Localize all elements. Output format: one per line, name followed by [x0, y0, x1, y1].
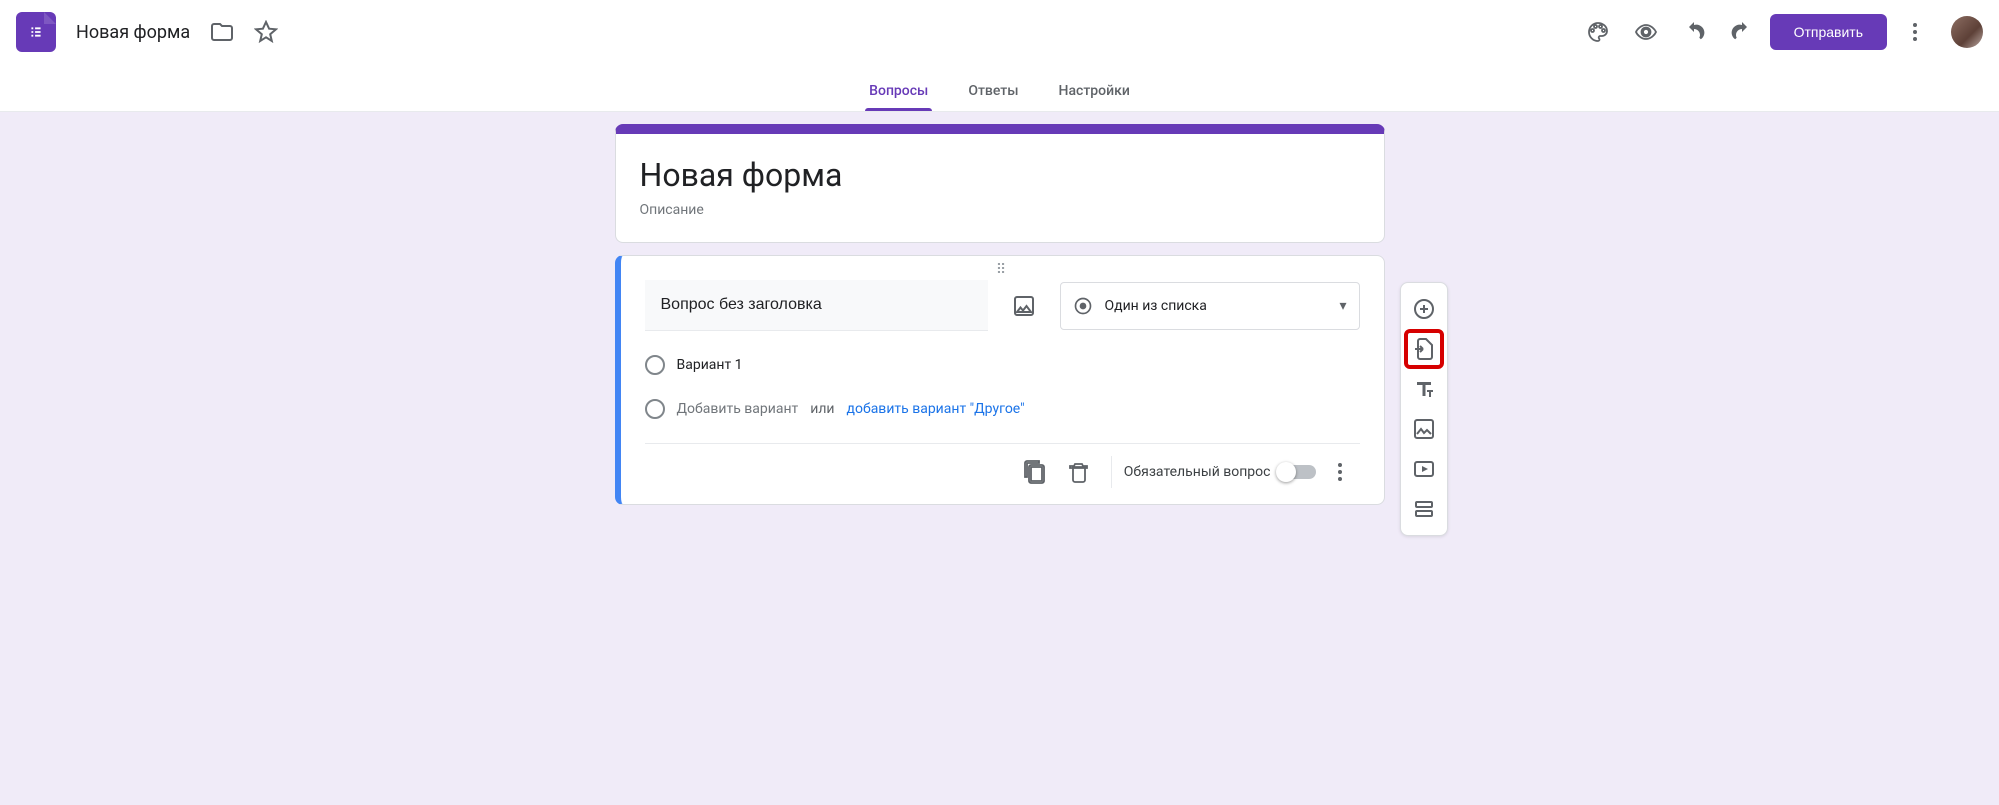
- send-button[interactable]: Отправить: [1770, 14, 1887, 50]
- question-footer: Обязательный вопрос: [645, 443, 1360, 492]
- add-video-icon[interactable]: [1406, 451, 1442, 487]
- undo-icon[interactable]: [1674, 12, 1714, 52]
- or-text: или: [810, 401, 834, 417]
- import-questions-icon[interactable]: [1406, 331, 1442, 367]
- palette-icon[interactable]: [1578, 12, 1618, 52]
- document-title[interactable]: Новая форма: [76, 22, 190, 43]
- question-type-select[interactable]: Один из списка ▾: [1060, 282, 1360, 330]
- form-title[interactable]: Новая форма: [640, 156, 1360, 194]
- form-description[interactable]: Описание: [640, 202, 1360, 218]
- question-type-label: Один из списка: [1105, 298, 1207, 314]
- side-toolbar: [1400, 282, 1448, 536]
- radio-icon: [645, 355, 665, 375]
- chevron-down-icon: ▾: [1339, 298, 1346, 314]
- question-header-row: Один из списка ▾: [645, 280, 1360, 331]
- add-option-text[interactable]: Добавить вариант: [677, 401, 799, 417]
- folder-icon[interactable]: [202, 12, 242, 52]
- add-option-row: Добавить вариант или добавить вариант "Д…: [645, 399, 1360, 419]
- forms-logo[interactable]: [16, 12, 56, 52]
- tab-settings[interactable]: Настройки: [1055, 83, 1134, 111]
- tab-responses[interactable]: Ответы: [964, 83, 1022, 111]
- add-image-tool-icon[interactable]: [1406, 411, 1442, 447]
- form-tabs: Вопросы Ответы Настройки: [0, 64, 1999, 112]
- workspace: Новая форма Описание ⠿ Один из списка ▾: [0, 112, 1999, 805]
- star-icon[interactable]: [246, 12, 286, 52]
- add-image-icon[interactable]: [1004, 286, 1044, 326]
- question-title-input[interactable]: [645, 280, 988, 331]
- more-icon[interactable]: [1895, 12, 1935, 52]
- account-avatar[interactable]: [1951, 16, 1983, 48]
- delete-icon[interactable]: [1059, 452, 1099, 492]
- app-header: Новая форма Отправить: [0, 0, 1999, 64]
- add-other-link[interactable]: добавить вариант "Другое": [847, 401, 1025, 417]
- separator: [1111, 456, 1112, 488]
- form-title-card[interactable]: Новая форма Описание: [615, 124, 1385, 243]
- redo-icon[interactable]: [1722, 12, 1762, 52]
- radio-icon: [645, 399, 665, 419]
- form-container: Новая форма Описание ⠿ Один из списка ▾: [615, 124, 1385, 505]
- add-section-icon[interactable]: [1406, 491, 1442, 527]
- option-row[interactable]: Вариант 1: [645, 355, 1360, 375]
- option-label[interactable]: Вариант 1: [677, 357, 743, 373]
- drag-handle-icon[interactable]: ⠿: [996, 262, 1008, 278]
- add-question-icon[interactable]: [1406, 291, 1442, 327]
- question-options: Вариант 1 Добавить вариант или добавить …: [645, 355, 1360, 419]
- question-card[interactable]: ⠿ Один из списка ▾ Вариант 1: [615, 255, 1385, 505]
- required-toggle[interactable]: [1279, 465, 1316, 479]
- duplicate-icon[interactable]: [1015, 452, 1055, 492]
- add-title-icon[interactable]: [1406, 371, 1442, 407]
- preview-icon[interactable]: [1626, 12, 1666, 52]
- header-right: Отправить: [1578, 12, 1983, 52]
- required-label: Обязательный вопрос: [1124, 464, 1271, 480]
- header-left: Новая форма: [16, 12, 286, 52]
- tab-questions[interactable]: Вопросы: [865, 83, 932, 111]
- question-more-icon[interactable]: [1320, 452, 1360, 492]
